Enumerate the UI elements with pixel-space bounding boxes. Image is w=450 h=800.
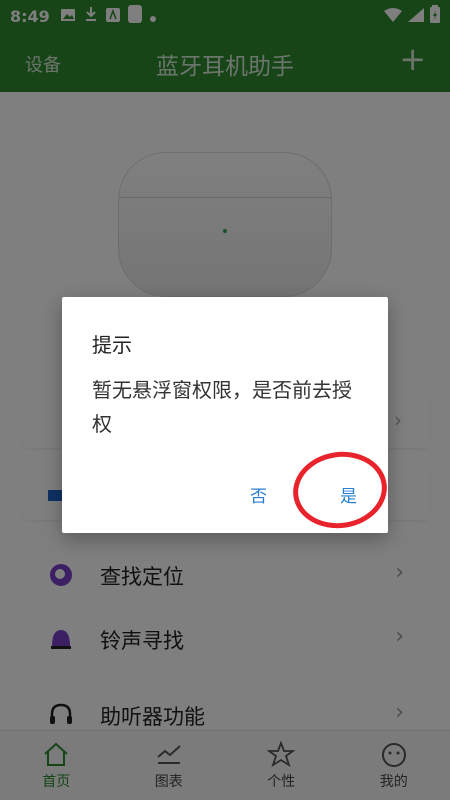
dialog-title: 提示 [92, 333, 132, 357]
cancel-button[interactable]: 否 [250, 482, 267, 507]
dialog-message: 暂无悬浮窗权限，是否前去授权 [92, 378, 352, 436]
